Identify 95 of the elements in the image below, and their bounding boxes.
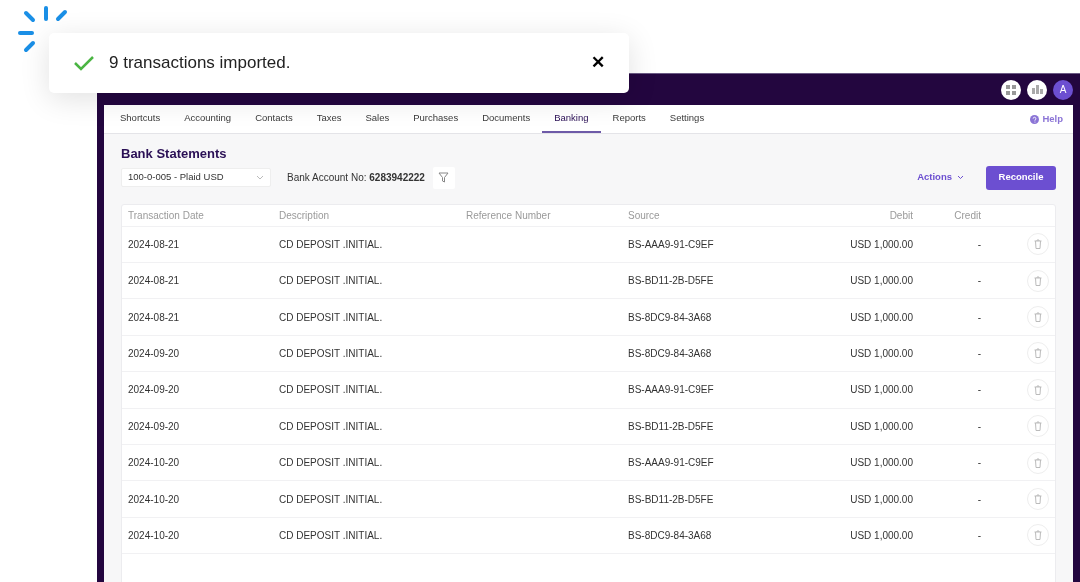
table-cell-text: - [976,383,981,398]
column-header: Description [279,208,331,223]
trash-icon [1034,239,1042,250]
table-cell-text: 2024-09-20 [128,383,181,398]
sparkle-icon [18,5,68,55]
table-cell-text: - [976,528,981,543]
table-cell-text: 2024-08-21 [128,274,181,289]
table-cell-text: BS-8DC9-84-3A68 [628,528,713,543]
apps-icon[interactable] [1001,79,1021,100]
table-cell-text: 2024-09-20 [128,419,181,434]
column-header: Debit [888,208,913,223]
table-cell-text: BS-AAA9-91-C9EF [628,456,715,471]
table-cell-text: CD DEPOSIT .INITIAL. [279,346,384,361]
table-cell-text: CD DEPOSIT .INITIAL. [279,237,384,252]
account-select[interactable]: 100-0-005 - Plaid USD [121,168,271,188]
help-link[interactable]: Help [1030,111,1063,127]
trash-icon [1034,494,1042,504]
caret-icon [256,175,264,181]
table-cell-text: USD 1,000.00 [849,274,913,289]
table-cell-text: USD 1,000.00 [849,310,913,325]
table-cell-text: BS-8DC9-84-3A68 [628,310,713,325]
table-cell-text: 2024-10-20 [128,528,181,543]
page-title: Bank Statements [121,146,228,162]
nav-tab[interactable]: Accounting [172,105,244,133]
table-cell-text: 2024-10-20 [128,492,181,507]
bank-account-number: Bank Account No: 6283942222 [287,171,425,186]
delete-button[interactable] [1027,233,1049,256]
nav-tab[interactable]: Banking [542,105,601,133]
caret-icon [957,175,964,181]
trash-icon [1034,275,1042,286]
trash-icon [1034,457,1042,468]
nav-tab[interactable]: Purchases [401,105,471,133]
trash-icon [1034,530,1042,541]
table-cell-text: USD 1,000.00 [849,383,913,398]
help-icon [1030,114,1040,124]
table-cell-text: USD 1,000.00 [849,492,913,507]
table-cell-text: BS-AAA9-91-C9EF [628,383,715,398]
table-cell-text: 2024-09-20 [128,346,181,361]
nav-tab[interactable]: Sales [353,105,402,133]
delete-button[interactable] [1027,415,1049,438]
table-cell-text: CD DEPOSIT .INITIAL. [279,274,384,289]
delete-button[interactable] [1027,378,1049,401]
trash-icon [1034,312,1042,323]
table-cell-text: USD 1,000.00 [849,419,913,434]
table-cell-text: BS-BD11-2B-D5FE [628,492,715,507]
table-cell-text: - [976,237,981,252]
filter-icon[interactable] [432,166,455,189]
table-cell-text: CD DEPOSIT .INITIAL. [279,528,384,543]
delete-button[interactable] [1027,524,1049,547]
table-cell-text: - [976,346,981,361]
close-button[interactable]: ✕ [591,50,605,76]
trash-icon [1034,384,1042,395]
nav-tab[interactable]: Reports [600,105,658,133]
reconcile-button[interactable]: Reconcile [986,165,1056,190]
table-cell-text: CD DEPOSIT .INITIAL. [279,419,384,434]
table-cell-text: CD DEPOSIT .INITIAL. [279,456,384,471]
table-cell-text: 2024-08-21 [128,237,181,252]
table-cell-text: BS-BD11-2B-D5FE [628,274,715,289]
table-cell-text: BS-AAA9-91-C9EF [628,237,715,252]
nav-tab[interactable]: Contacts [243,105,305,133]
user-avatar[interactable]: A [1053,79,1073,100]
table-cell-text: CD DEPOSIT .INITIAL. [279,492,384,507]
table-cell-text: BS-8DC9-84-3A68 [628,346,713,361]
table-cell-text: USD 1,000.00 [849,346,913,361]
table-cell-text: USD 1,000.00 [849,237,913,252]
trash-icon [1034,421,1042,432]
nav-tab[interactable]: Taxes [304,105,354,133]
delete-button[interactable] [1027,488,1049,510]
column-header: Credit [953,208,981,223]
table-cell-text: CD DEPOSIT .INITIAL. [279,310,384,325]
check-icon [73,55,95,71]
trash-icon [1034,348,1042,359]
delete-button[interactable] [1027,342,1049,365]
delete-button[interactable] [1027,306,1049,329]
table-cell-text: CD DEPOSIT .INITIAL. [279,383,384,398]
table-cell-text: - [976,456,981,471]
table-cell-text: 2024-10-20 [128,456,181,471]
column-header: Transaction Date [128,208,205,223]
table-cell-text: USD 1,000.00 [849,528,913,543]
table-cell-text: - [976,419,981,434]
actions-dropdown[interactable]: Actions [911,169,970,186]
table-cell-text: BS-BD11-2B-D5FE [628,419,715,434]
table-cell-text: - [976,492,981,507]
table-cell-text: USD 1,000.00 [849,456,913,471]
table-cell-text: 2024-08-21 [128,310,181,325]
delete-button[interactable] [1027,451,1049,474]
toast-message: 9 transactions imported. [109,52,292,75]
column-header: Reference Number [466,208,552,223]
table-cell-text: - [976,310,981,325]
delete-button[interactable] [1027,269,1049,292]
nav-tab[interactable]: Documents [470,105,543,133]
nav-tab[interactable]: Shortcuts [108,105,173,133]
column-header: Source [628,208,661,223]
table-cell-text: - [976,274,981,289]
nav-tab[interactable]: Settings [657,105,717,133]
